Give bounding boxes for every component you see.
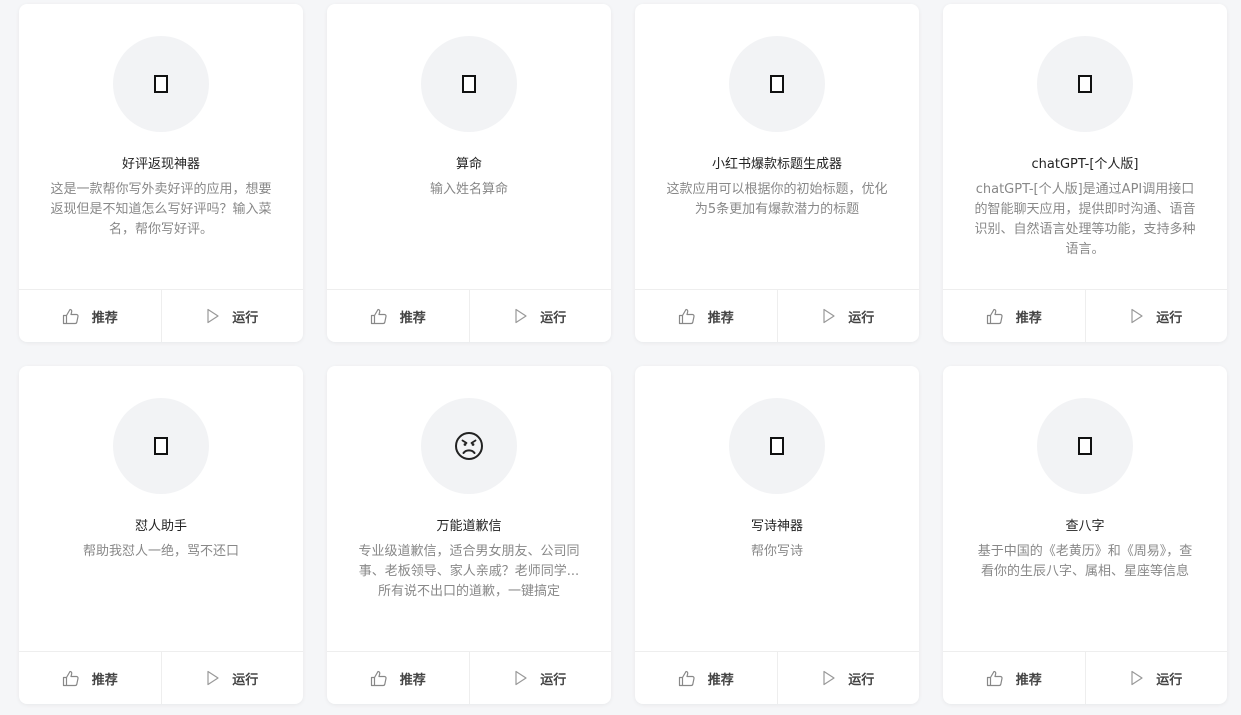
play-icon: [822, 308, 836, 324]
recommend-button[interactable]: 推荐: [635, 652, 777, 704]
app-card[interactable]: 写诗神器 帮你写诗 推荐 运行: [635, 366, 919, 704]
run-button[interactable]: 运行: [776, 652, 920, 704]
app-card[interactable]: 查八字 基于中国的《老黄历》和《周易》，查看你的生辰八字、属相、星座等信息 推荐…: [943, 366, 1227, 704]
thumbs-up-icon: [62, 670, 80, 687]
app-description: 这款应用可以根据你的初始标题，优化为5条更加有爆款潜力的标题: [666, 182, 888, 217]
play-icon: [206, 308, 220, 324]
card-actions: 推荐 运行: [19, 289, 303, 342]
run-label: 运行: [848, 310, 875, 326]
thumbs-up-icon: [62, 308, 80, 325]
app-icon-badge: [421, 36, 517, 132]
play-icon: [514, 670, 528, 686]
app-icon-badge: [729, 398, 825, 494]
thumbs-up-icon: [986, 308, 1004, 325]
app-title: 算命: [455, 157, 482, 172]
app-title: 查八字: [1065, 519, 1105, 534]
run-label: 运行: [1156, 672, 1183, 688]
app-icon-badge: [421, 398, 517, 494]
app-title: chatGPT-[个人版]: [1031, 157, 1139, 172]
run-button[interactable]: 运行: [1084, 652, 1228, 704]
emoji-icon: [462, 75, 476, 93]
app-description: 基于中国的《老黄历》和《周易》，查看你的生辰八字、属相、星座等信息: [977, 544, 1193, 579]
emoji-icon: [154, 437, 168, 455]
app-card[interactable]: 怼人助手 帮助我怼人一绝，骂不还口 推荐 运行: [19, 366, 303, 704]
run-button[interactable]: 运行: [468, 290, 612, 342]
card-actions: 推荐 运行: [943, 651, 1227, 704]
card-actions: 推荐 运行: [635, 289, 919, 342]
recommend-label: 推荐: [1015, 310, 1042, 326]
app-description: 输入姓名算命: [429, 182, 508, 197]
run-label: 运行: [540, 672, 567, 688]
recommend-button[interactable]: 推荐: [943, 290, 1085, 342]
app-icon-badge: [113, 398, 209, 494]
app-description: 帮你写诗: [750, 544, 803, 559]
play-icon: [1130, 308, 1144, 324]
thumbs-up-icon: [678, 670, 696, 687]
app-card[interactable]: 好评返现神器 这是一款帮你写外卖好评的应用，想要返现但是不知道怎么写好评吗？输入…: [19, 4, 303, 342]
play-icon: [206, 670, 220, 686]
play-icon: [822, 670, 836, 686]
run-button[interactable]: 运行: [1084, 290, 1228, 342]
play-icon: [1130, 670, 1144, 686]
thumbs-up-icon: [370, 670, 388, 687]
app-card[interactable]: 万能道歉信 专业级道歉信，适合男女朋友、公司同事、老板领导、家人亲戚？老师同学.…: [327, 366, 611, 704]
run-button[interactable]: 运行: [468, 652, 612, 704]
app-description: chatGPT-[个人版]是通过API调用接口的智能聊天应用，提供即时沟通、语音…: [974, 182, 1196, 257]
play-icon: [514, 308, 528, 324]
app-title: 万能道歉信: [436, 519, 502, 534]
app-title: 好评返现神器: [121, 157, 200, 172]
app-icon-badge: [1037, 36, 1133, 132]
card-actions: 推荐 运行: [635, 651, 919, 704]
app-icon-badge: [113, 36, 209, 132]
card-actions: 推荐 运行: [327, 651, 611, 704]
emoji-icon: [770, 75, 784, 93]
thumbs-up-icon: [370, 308, 388, 325]
recommend-label: 推荐: [399, 310, 426, 326]
recommend-button[interactable]: 推荐: [327, 652, 469, 704]
app-card[interactable]: 小红书爆款标题生成器 这款应用可以根据你的初始标题，优化为5条更加有爆款潜力的标…: [635, 4, 919, 342]
app-description: 这是一款帮你写外卖好评的应用，想要返现但是不知道怎么写好评吗？输入菜名，帮你写好…: [50, 182, 272, 237]
sad-face-icon: [454, 431, 484, 461]
recommend-button[interactable]: 推荐: [943, 652, 1085, 704]
thumbs-up-icon: [678, 308, 696, 325]
thumbs-up-icon: [986, 670, 1004, 687]
emoji-icon: [1078, 75, 1092, 93]
recommend-label: 推荐: [91, 672, 118, 688]
app-title: 写诗神器: [750, 519, 803, 534]
app-icon-badge: [729, 36, 825, 132]
recommend-label: 推荐: [399, 672, 426, 688]
app-title: 怼人助手: [134, 519, 187, 534]
run-label: 运行: [1156, 310, 1183, 326]
recommend-button[interactable]: 推荐: [635, 290, 777, 342]
recommend-label: 推荐: [707, 672, 734, 688]
run-label: 运行: [232, 672, 259, 688]
app-description: 帮助我怼人一绝，骂不还口: [82, 544, 239, 559]
app-icon-badge: [1037, 398, 1133, 494]
card-actions: 推荐 运行: [327, 289, 611, 342]
run-button[interactable]: 运行: [160, 290, 304, 342]
run-label: 运行: [848, 672, 875, 688]
run-button[interactable]: 运行: [776, 290, 920, 342]
run-button[interactable]: 运行: [160, 652, 304, 704]
recommend-button[interactable]: 推荐: [327, 290, 469, 342]
recommend-button[interactable]: 推荐: [19, 290, 161, 342]
emoji-icon: [154, 75, 168, 93]
app-card[interactable]: 算命 输入姓名算命 推荐 运行: [327, 4, 611, 342]
recommend-label: 推荐: [91, 310, 118, 326]
run-label: 运行: [232, 310, 259, 326]
app-card-grid: 好评返现神器 这是一款帮你写外卖好评的应用，想要返现但是不知道怎么写好评吗？输入…: [0, 0, 1241, 715]
app-card[interactable]: chatGPT-[个人版] chatGPT-[个人版]是通过API调用接口的智能…: [943, 4, 1227, 342]
card-actions: 推荐 运行: [943, 289, 1227, 342]
recommend-label: 推荐: [1015, 672, 1042, 688]
recommend-label: 推荐: [707, 310, 734, 326]
emoji-icon: [770, 437, 784, 455]
emoji-icon: [1078, 437, 1092, 455]
app-description: 专业级道歉信，适合男女朋友、公司同事、老板领导、家人亲戚？老师同学...所有说不…: [358, 544, 580, 599]
run-label: 运行: [540, 310, 567, 326]
app-title: 小红书爆款标题生成器: [711, 157, 842, 172]
card-actions: 推荐 运行: [19, 651, 303, 704]
recommend-button[interactable]: 推荐: [19, 652, 161, 704]
